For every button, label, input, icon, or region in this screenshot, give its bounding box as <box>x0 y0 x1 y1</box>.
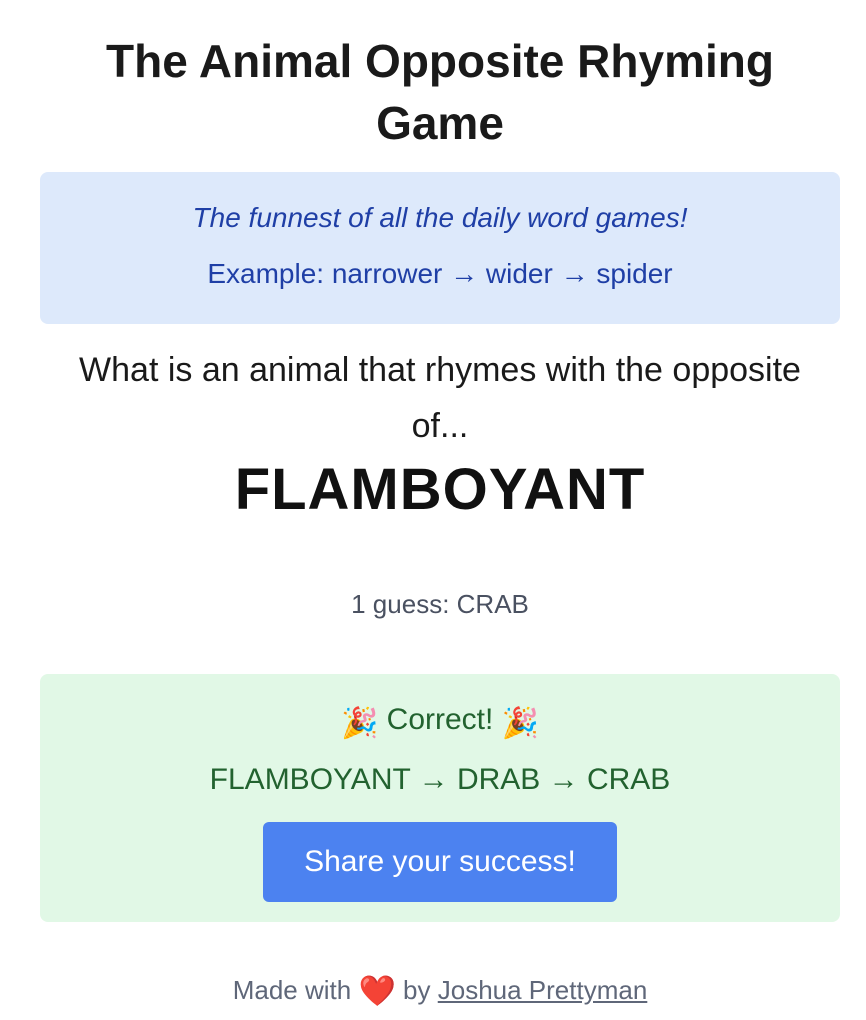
page-title: The Animal Opposite Rhyming Game <box>106 35 774 149</box>
question-prompt: What is an animal that rhymes with the o… <box>79 351 801 445</box>
party-popper-icon: 🎉 <box>501 706 540 741</box>
target-word: FLAMBOYANT <box>234 457 646 522</box>
intro-panel: The funnest of all the daily word games!… <box>40 172 840 324</box>
footer-made-with: Made with <box>232 975 352 1005</box>
result-status: Correct! <box>386 703 494 736</box>
footer-by: by <box>403 975 431 1005</box>
tagline: The funnest of all the daily word games! <box>192 202 688 233</box>
example-text: Example: narrower → wider → spider <box>207 258 673 289</box>
result-status-line: 🎉 Correct! 🎉 <box>40 700 840 744</box>
result-panel: 🎉 Correct! 🎉 FLAMBOYANT → DRAB → CRAB Sh… <box>40 674 840 922</box>
party-popper-icon: 🎉 <box>340 706 379 741</box>
share-button[interactable]: Share your success! <box>263 822 617 902</box>
author-link[interactable]: Joshua Prettyman <box>438 975 648 1005</box>
guess-summary: 1 guess: CRAB <box>351 589 529 619</box>
answer-chain: FLAMBOYANT → DRAB → CRAB <box>209 763 671 796</box>
heart-icon: ❤️ <box>358 974 396 1009</box>
footer: Made with ❤️ by Joshua Prettyman <box>40 970 840 1012</box>
game-page: The Animal Opposite Rhyming Game The fun… <box>40 0 840 1012</box>
